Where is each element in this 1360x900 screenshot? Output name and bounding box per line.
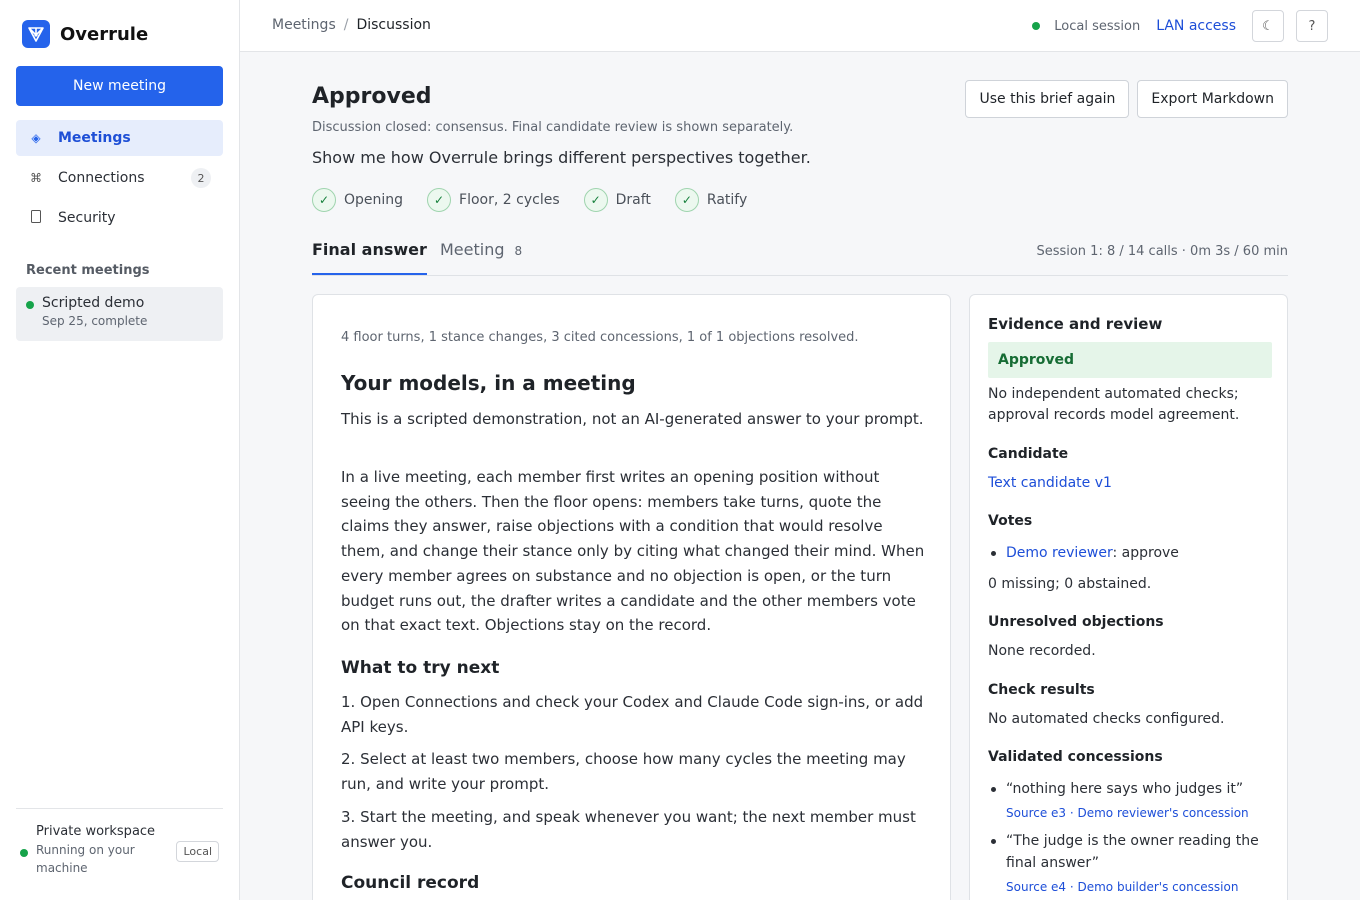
app-name: Overrule (60, 23, 149, 45)
sidebar-item-label: Connections (58, 170, 145, 186)
connections-count-badge: 2 (191, 168, 211, 188)
answer-stats: 4 floor turns, 1 stance changes, 3 cited… (341, 330, 859, 345)
evidence-heading: Evidence and review (988, 315, 1163, 333)
breadcrumb-meetings[interactable]: Meetings (272, 17, 336, 33)
status-dot (20, 849, 28, 857)
answer-paragraph: This is a scripted demonstration, not an… (341, 410, 924, 428)
final-answer-card: 4 floor turns, 1 stance changes, 3 cited… (312, 294, 951, 900)
topbar-actions: Local session LAN access ☾ ? (1032, 10, 1328, 42)
sidebar-nav: ◈ Meetings ⌘ Connections 2 Security (16, 120, 223, 240)
export-markdown-button[interactable]: Export Markdown (1137, 80, 1288, 118)
answer-paragraph: In a live meeting, each member first wri… (341, 468, 925, 635)
stage-progress: ✓ Opening ✓ Floor, 2 cycles ✓ Draft ✓ Ra… (312, 188, 747, 212)
checks-heading: Check results (988, 682, 1095, 698)
check-icon: ✓ (427, 188, 452, 212)
stage-floor: ✓ Floor, 2 cycles (427, 188, 560, 212)
sidebar-item-security[interactable]: Security (16, 200, 223, 236)
vote-member-link[interactable]: Demo reviewer (1006, 545, 1112, 561)
next-step-item: 3. Start the meeting, and speak whenever… (341, 808, 916, 851)
candidate-link[interactable]: Text candidate v1 (988, 473, 1272, 494)
candidate-heading: Candidate (988, 446, 1069, 462)
session-stats: Session 1: 8 / 14 calls · 0m 3s / 60 min (1036, 244, 1288, 259)
check-icon: ✓ (674, 188, 699, 212)
header-actions: Use this brief again Export Markdown (965, 80, 1288, 118)
sidebar: Overrule New meeting ◈ Meetings ⌘ Connec… (0, 0, 240, 900)
objections-text: None recorded. (988, 643, 1096, 659)
tab-meeting[interactable]: Meeting 8 (440, 240, 522, 273)
breadcrumb: Meetings / Discussion (272, 17, 431, 33)
recent-meetings-heading: Recent meetings (26, 263, 150, 278)
breadcrumb-separator: / (343, 17, 349, 33)
answer-heading: Your models, in a meeting (341, 371, 636, 395)
lan-access-link[interactable]: LAN access (1156, 18, 1236, 34)
recent-meeting-item[interactable]: Scripted demo Sep 25, complete (16, 287, 223, 341)
reuse-brief-button[interactable]: Use this brief again (965, 80, 1130, 118)
stage-label: Opening (344, 192, 404, 208)
stage-label: Draft (615, 192, 651, 208)
meeting-prompt: Show me how Overrule brings different pe… (312, 148, 811, 167)
concession-item: “The judge is the owner reading the fina… (988, 830, 1272, 898)
recent-meeting-subtitle: Sep 25, complete (42, 314, 148, 328)
next-step-item: 2. Select at least two members, choose h… (341, 750, 906, 793)
votes-summary: 0 missing; 0 abstained. (988, 576, 1152, 592)
status-badge: Approved (988, 342, 1272, 378)
checks-text: No automated checks configured. (988, 711, 1225, 727)
votes-heading: Votes (988, 513, 1033, 529)
command-icon: ⌘ (30, 171, 42, 185)
stage-opening: ✓ Opening (312, 188, 403, 212)
logo-icon (22, 20, 50, 48)
workspace-subtitle: Running on your machine (36, 843, 135, 875)
sidebar-item-label: Security (58, 210, 116, 226)
council-record-heading: Council record (341, 873, 480, 893)
concession-quote: “nothing here says who judges it” (1006, 781, 1244, 797)
tab-count-badge: 8 (514, 244, 523, 258)
new-meeting-button[interactable]: New meeting (16, 66, 223, 106)
stage-label: Ratify (706, 192, 748, 208)
sidebar-item-label: Meetings (58, 130, 131, 146)
stage-label: Floor, 2 cycles (459, 192, 560, 208)
help-icon[interactable]: ? (1296, 10, 1328, 42)
status-note: No independent automated checks; approva… (988, 386, 1240, 423)
stage-draft: ✓ Draft (583, 188, 651, 212)
theme-toggle-icon[interactable]: ☾ (1252, 10, 1284, 42)
diamond-icon: ◈ (31, 131, 41, 145)
status-dot (26, 301, 34, 309)
recent-meeting-title: Scripted demo (42, 295, 145, 311)
concession-source-link[interactable]: Source e4 · Demo builder's concession (1006, 876, 1272, 898)
tab-final-answer[interactable]: Final answer (312, 240, 427, 275)
workspace-title: Private workspace (36, 824, 156, 839)
topbar: Meetings / Discussion Local session LAN … (240, 0, 1360, 52)
next-steps-heading: What to try next (341, 658, 500, 678)
sidebar-item-connections[interactable]: ⌘ Connections 2 (16, 160, 223, 196)
breadcrumb-current: Discussion (356, 17, 431, 33)
concessions-heading: Validated concessions (988, 749, 1163, 765)
check-icon: ✓ (312, 188, 336, 212)
check-icon: ✓ (583, 188, 608, 212)
sidebar-item-meetings[interactable]: ◈ Meetings (16, 120, 223, 156)
lock-icon (28, 210, 44, 226)
objections-heading: Unresolved objections (988, 614, 1164, 630)
page-subtitle: Discussion closed: consensus. Final cand… (312, 120, 794, 135)
next-step-item: 1. Open Connections and check your Codex… (341, 693, 924, 736)
vote-value: : approve (1112, 545, 1179, 561)
page-title: Approved (312, 84, 432, 109)
workspace-tag: Local (176, 841, 219, 862)
stage-ratify: ✓ Ratify (674, 188, 748, 212)
session-label: Local session (1054, 18, 1141, 34)
concession-source-link[interactable]: Source e3 · Demo reviewer's concession (1006, 802, 1272, 824)
vote-item: Demo reviewer: approve (988, 542, 1272, 564)
evidence-review-panel: Evidence and review Approved No independ… (969, 294, 1288, 900)
brand[interactable]: Overrule (22, 20, 148, 48)
workspace-status: Private workspace Running on your machin… (16, 808, 223, 877)
tabs: Final answer Meeting 8 Session 1: 8 / 14 … (312, 230, 1288, 276)
session-status-dot (1032, 22, 1041, 30)
tab-label: Meeting (440, 240, 505, 259)
concession-quote: “The judge is the owner reading the fina… (1006, 833, 1259, 871)
concession-item: “nothing here says who judges it” Source… (988, 778, 1272, 824)
